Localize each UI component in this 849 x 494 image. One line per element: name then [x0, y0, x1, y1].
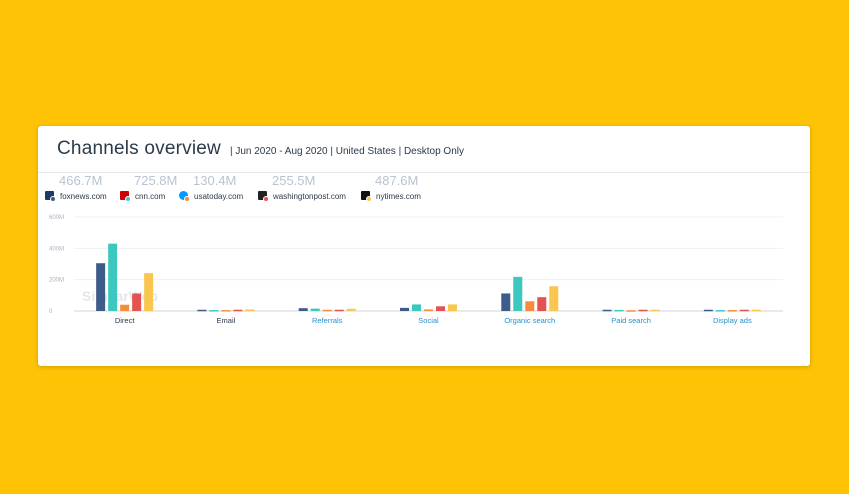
x-tick-label: Direct: [115, 316, 136, 325]
x-tick-label[interactable]: Social: [418, 316, 439, 325]
bar-cnn-com-organic-search[interactable]: [513, 276, 523, 311]
bar-foxnews-com-social[interactable]: [400, 307, 409, 311]
channels-overview-card: Channels overview | Jun 2020 - Aug 2020 …: [38, 126, 810, 366]
legend-site-label: washingtonpost.com: [273, 191, 346, 201]
legend-site-row: washingtonpost.com: [258, 191, 346, 202]
bar-washingtonpost-com-paid-search[interactable]: [638, 309, 648, 312]
bar-washingtonpost-com-social[interactable]: [436, 306, 445, 311]
channels-bar-chart: 0200M400M600M SimilarWeb Direct Email Refe…: [49, 215, 783, 325]
bar-foxnews-com-referrals[interactable]: [298, 308, 308, 311]
legend-total: 130.4M: [193, 173, 237, 188]
bar-usatoday-com-referrals[interactable]: [322, 309, 332, 312]
legend-total: 487.6M: [375, 173, 419, 188]
x-tick-label: Email: [217, 316, 236, 325]
x-tick-label[interactable]: Display ads: [713, 316, 752, 325]
bar-usatoday-com-direct[interactable]: [120, 304, 130, 311]
legend-site-row: nytimes.com: [361, 191, 421, 202]
card-header: Channels overview | Jun 2020 - Aug 2020 …: [38, 126, 810, 173]
bar-washingtonpost-com-display-ads[interactable]: [739, 309, 749, 312]
legend-site-row: usatoday.com: [179, 191, 244, 202]
bar-foxnews-com-direct[interactable]: [96, 263, 106, 311]
bar-washingtonpost-com-organic-search[interactable]: [537, 297, 547, 311]
bar-usatoday-com-paid-search[interactable]: [626, 310, 636, 312]
legend-site-label: foxnews.com: [60, 191, 107, 201]
bar-nytimes-com-referrals[interactable]: [346, 308, 356, 311]
legend-item-foxnews[interactable]: 466.7M foxnews.com: [45, 173, 107, 202]
page-title: Channels overview: [57, 138, 221, 159]
bar-nytimes-com-display-ads[interactable]: [751, 309, 761, 312]
nytimes-favicon-icon: [361, 191, 373, 202]
legend-item-washingtonpost[interactable]: 255.5M washingtonpost.com: [258, 173, 346, 202]
legend-site-label: cnn.com: [135, 191, 166, 201]
bar-cnn-com-email[interactable]: [209, 310, 219, 312]
legend-site-label: usatoday.com: [194, 191, 244, 201]
legend-site-label: nytimes.com: [376, 191, 421, 201]
bar-foxnews-com-email[interactable]: [197, 309, 207, 312]
cnn-favicon-icon: [120, 191, 132, 202]
x-tick-label[interactable]: Organic search: [504, 316, 555, 325]
bar-washingtonpost-com-direct[interactable]: [132, 293, 142, 311]
bar-nytimes-com-paid-search[interactable]: [650, 309, 660, 312]
bar-cnn-com-referrals[interactable]: [310, 308, 320, 311]
bar-nytimes-com-social[interactable]: [448, 304, 457, 311]
bar-foxnews-com-paid-search[interactable]: [602, 309, 612, 312]
bar-washingtonpost-com-referrals[interactable]: [334, 309, 344, 312]
x-tick-label[interactable]: Referrals: [312, 316, 343, 325]
legend-item-nytimes[interactable]: 487.6M nytimes.com: [361, 173, 421, 202]
bar-nytimes-com-direct[interactable]: [144, 273, 154, 311]
usatoday-favicon-icon: [179, 191, 191, 202]
bar-nytimes-com-email[interactable]: [245, 309, 255, 311]
bar-cnn-com-paid-search[interactable]: [614, 309, 624, 312]
x-tick-label[interactable]: Paid search: [611, 316, 651, 325]
legend-total: 255.5M: [272, 173, 316, 188]
bar-nytimes-com-organic-search[interactable]: [549, 286, 559, 311]
bar-usatoday-com-display-ads[interactable]: [727, 310, 737, 312]
y-tick-label: 400M: [49, 246, 64, 252]
bar-cnn-com-direct[interactable]: [108, 243, 118, 311]
page-subtitle: | Jun 2020 - Aug 2020 | United States | …: [229, 145, 464, 157]
series-color-dot: [50, 196, 56, 202]
bar-washingtonpost-com-email[interactable]: [233, 309, 243, 312]
y-tick-label: 0: [49, 309, 53, 315]
legend-site-row: foxnews.com: [45, 191, 107, 202]
legend: 466.7M foxnews.com 725.8M cnn.com 130.4M: [45, 174, 465, 208]
legend-total: 466.7M: [59, 173, 103, 188]
legend-total: 725.8M: [134, 173, 178, 188]
bar-usatoday-com-organic-search[interactable]: [525, 301, 535, 311]
bar-cnn-com-social[interactable]: [412, 304, 421, 311]
bar-foxnews-com-organic-search[interactable]: [501, 293, 511, 311]
foxnews-favicon-icon: [45, 191, 57, 202]
y-tick-label: 200M: [49, 278, 64, 284]
bar-usatoday-com-social[interactable]: [424, 309, 433, 311]
bar-cnn-com-display-ads[interactable]: [715, 310, 725, 312]
washingtonpost-favicon-icon: [258, 191, 270, 202]
legend-item-usatoday[interactable]: 130.4M usatoday.com: [179, 173, 244, 202]
bar-foxnews-com-display-ads[interactable]: [703, 309, 713, 312]
legend-site-row: cnn.com: [120, 191, 177, 202]
legend-item-cnn[interactable]: 725.8M cnn.com: [120, 173, 178, 202]
y-tick-label: 600M: [49, 215, 64, 221]
bar-usatoday-com-email[interactable]: [221, 310, 231, 312]
